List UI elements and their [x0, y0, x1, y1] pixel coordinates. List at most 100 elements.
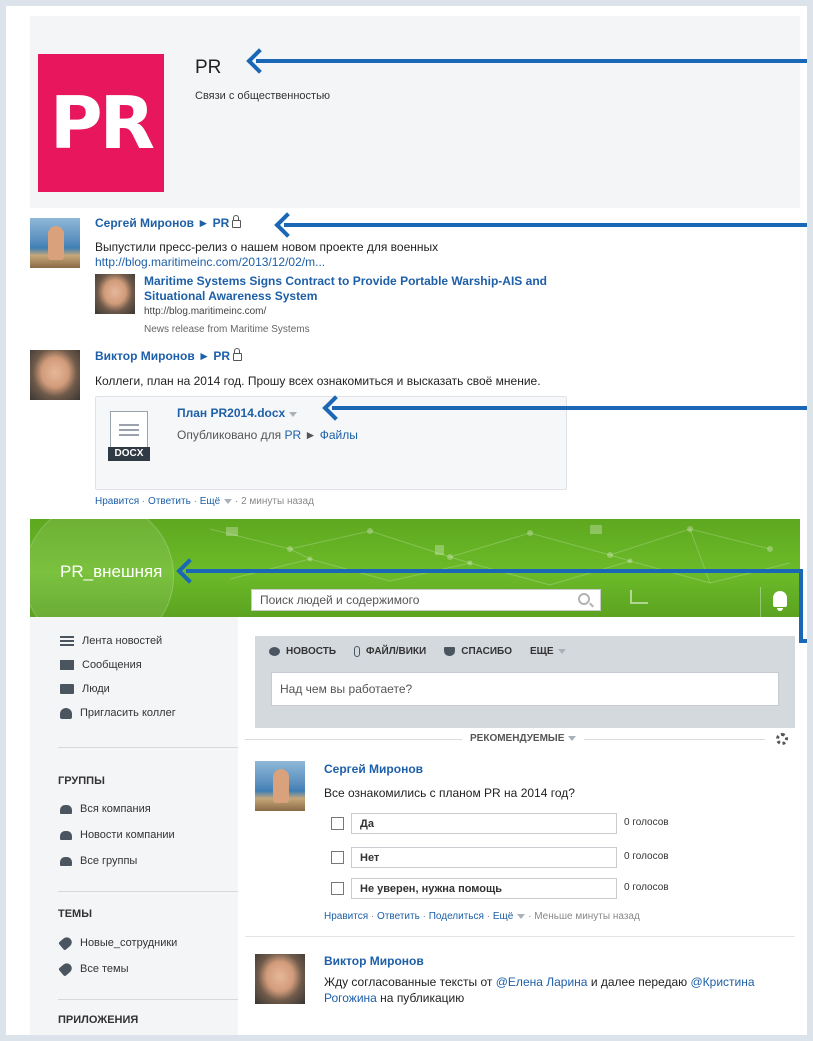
- dot-separator: ·: [234, 496, 239, 507]
- network-name[interactable]: PR_внешняя: [60, 562, 162, 582]
- notifications-button[interactable]: [760, 587, 800, 617]
- post-text-part: Жду согласованные тексты от: [324, 975, 496, 989]
- search-input[interactable]: Поиск людей и содержимого: [251, 589, 601, 611]
- post-actions: Нравится · Ответить · Ещё · 2 минуты наз…: [95, 496, 314, 507]
- search-icon[interactable]: [578, 593, 590, 605]
- dot-separator: ·: [528, 911, 532, 922]
- group-logo[interactable]: PR: [38, 54, 164, 192]
- sidebar-item-label: Сообщения: [82, 659, 142, 671]
- dot-separator: ·: [370, 911, 375, 922]
- post-group-link[interactable]: PR: [213, 349, 230, 363]
- mention-link[interactable]: @Елена Ларина: [496, 975, 588, 989]
- file-name-link[interactable]: План PR2014.docx: [177, 406, 298, 420]
- published-separator: ►: [304, 428, 317, 442]
- post-actions: Нравится · Ответить · Поделиться · Ещё ·…: [324, 911, 640, 922]
- dot-separator: ·: [486, 911, 491, 922]
- reply-link[interactable]: Ответить: [377, 911, 420, 922]
- post-text: Выпустили пресс-релиз о нашем новом прое…: [95, 240, 439, 254]
- avatar[interactable]: [255, 954, 305, 1004]
- published-folder-link[interactable]: Файлы: [320, 428, 358, 442]
- sidebar-section-apps[interactable]: ПРИЛОЖЕНИЯ: [58, 1014, 138, 1026]
- sidebar-item-all-groups[interactable]: Все группы: [60, 855, 137, 867]
- avatar[interactable]: [30, 218, 80, 268]
- avatar[interactable]: [30, 350, 80, 400]
- poll-votes: 0 голосов: [624, 882, 669, 893]
- post-author[interactable]: Виктор Миронов: [95, 349, 195, 363]
- sidebar-item-label: Все темы: [80, 963, 129, 975]
- sidebar-section-topics[interactable]: ТЕМЫ: [58, 908, 92, 920]
- mail-icon: [60, 660, 74, 670]
- share-thumbnail[interactable]: [95, 274, 135, 314]
- sidebar-item-label: Вся компания: [80, 803, 151, 815]
- post-author[interactable]: Сергей Миронов: [95, 216, 194, 230]
- published-group-link[interactable]: PR: [284, 428, 301, 442]
- poll-option[interactable]: Не уверен, нужна помощь: [351, 878, 617, 899]
- more-link[interactable]: Ещё: [200, 496, 220, 507]
- speech-bubble-icon: [269, 647, 280, 656]
- post-author-line: Сергей Миронов ► PR: [95, 215, 242, 230]
- tag-icon: [58, 935, 74, 951]
- lock-icon: [232, 215, 242, 228]
- sidebar-item-messages[interactable]: Сообщения: [60, 659, 142, 671]
- invite-icon: [60, 707, 72, 719]
- tab-label: НОВОСТЬ: [286, 646, 337, 657]
- sidebar-item-people[interactable]: Люди: [60, 683, 110, 695]
- post-author[interactable]: Сергей Миронов: [324, 762, 423, 776]
- chart-icon[interactable]: [630, 590, 648, 604]
- avatar[interactable]: [255, 761, 305, 811]
- tag-icon: [58, 961, 74, 977]
- reply-link[interactable]: Ответить: [148, 496, 191, 507]
- chevron-down-icon[interactable]: [517, 914, 526, 919]
- sidebar-section-groups[interactable]: ГРУППЫ: [58, 775, 105, 787]
- sidebar-item-label: Люди: [82, 683, 110, 695]
- feed-filter-dropdown[interactable]: РЕКОМЕНДУЕМЫЕ: [462, 733, 585, 744]
- post-text-part: на публикацию: [376, 991, 465, 1005]
- tab-news[interactable]: НОВОСТЬ: [269, 646, 336, 657]
- chevron-down-icon[interactable]: [289, 412, 298, 417]
- poll-checkbox[interactable]: [331, 882, 344, 895]
- file-name[interactable]: План PR2014.docx: [177, 406, 285, 420]
- poll-checkbox[interactable]: [331, 851, 344, 864]
- file-type-badge: DOCX: [108, 447, 150, 461]
- sidebar-item-label: Лента новостей: [82, 635, 163, 647]
- gear-icon[interactable]: [776, 733, 788, 745]
- share-title[interactable]: Maritime Systems Signs Contract to Provi…: [144, 274, 584, 304]
- mention-link[interactable]: @Кристина: [690, 975, 754, 989]
- poll-option[interactable]: Нет: [351, 847, 617, 868]
- sidebar-item-feed[interactable]: Лента новостей: [60, 635, 162, 647]
- tab-more[interactable]: ЕЩЕ: [530, 646, 566, 657]
- like-link[interactable]: Нравится: [95, 496, 139, 507]
- bell-icon[interactable]: [773, 591, 787, 611]
- sidebar-item-all-company[interactable]: Вся компания: [60, 803, 151, 815]
- annotation-arrow: [284, 223, 807, 227]
- chevron-down-icon[interactable]: [224, 499, 233, 504]
- more-link[interactable]: Ещё: [493, 911, 513, 922]
- sidebar-divider: [58, 747, 238, 748]
- poll-checkbox[interactable]: [331, 817, 344, 830]
- sidebar-divider: [58, 999, 238, 1000]
- share-link[interactable]: Поделиться: [429, 911, 484, 922]
- poll-votes: 0 голосов: [624, 817, 669, 828]
- screenshot-frame: PR PR Связи с общественностью Сергей Мир…: [6, 6, 807, 1035]
- post-text-part: и далее передаю: [587, 975, 691, 989]
- post-group-link[interactable]: PR: [213, 216, 230, 230]
- tab-thanks[interactable]: СПАСИБО: [444, 646, 512, 657]
- mention-link[interactable]: Рогожина: [324, 991, 377, 1005]
- post-author[interactable]: Виктор Миронов: [324, 954, 424, 968]
- publisher-input[interactable]: Над чем вы работаете?: [271, 672, 779, 706]
- publisher-tabs: НОВОСТЬ ФАЙЛ/ВИКИ СПАСИБО ЕЩЕ: [269, 646, 566, 657]
- tab-file-wiki[interactable]: ФАЙЛ/ВИКИ: [354, 646, 426, 657]
- post-timestamp: Меньше минуты назад: [534, 911, 640, 922]
- sidebar-item-topic-new-employees[interactable]: Новые_сотрудники: [58, 935, 177, 951]
- annotation-arrow: [186, 569, 801, 573]
- sidebar-item-company-news[interactable]: Новости компании: [60, 829, 175, 841]
- group-title[interactable]: PR: [195, 57, 221, 79]
- sidebar: Лента новостей Сообщения Люди Пригласить…: [30, 617, 238, 1035]
- post-link[interactable]: http://blog.maritimeinc.com/2013/12/02/m…: [95, 255, 325, 269]
- like-link[interactable]: Нравится: [324, 911, 368, 922]
- post-author-line: Виктор Миронов ► PR: [95, 348, 242, 363]
- sidebar-item-all-topics[interactable]: Все темы: [58, 961, 129, 977]
- poll-option[interactable]: Да: [351, 813, 617, 834]
- post-text: Коллеги, план на 2014 год. Прошу всех оз…: [95, 374, 541, 388]
- sidebar-item-invite[interactable]: Пригласить коллег: [60, 707, 176, 719]
